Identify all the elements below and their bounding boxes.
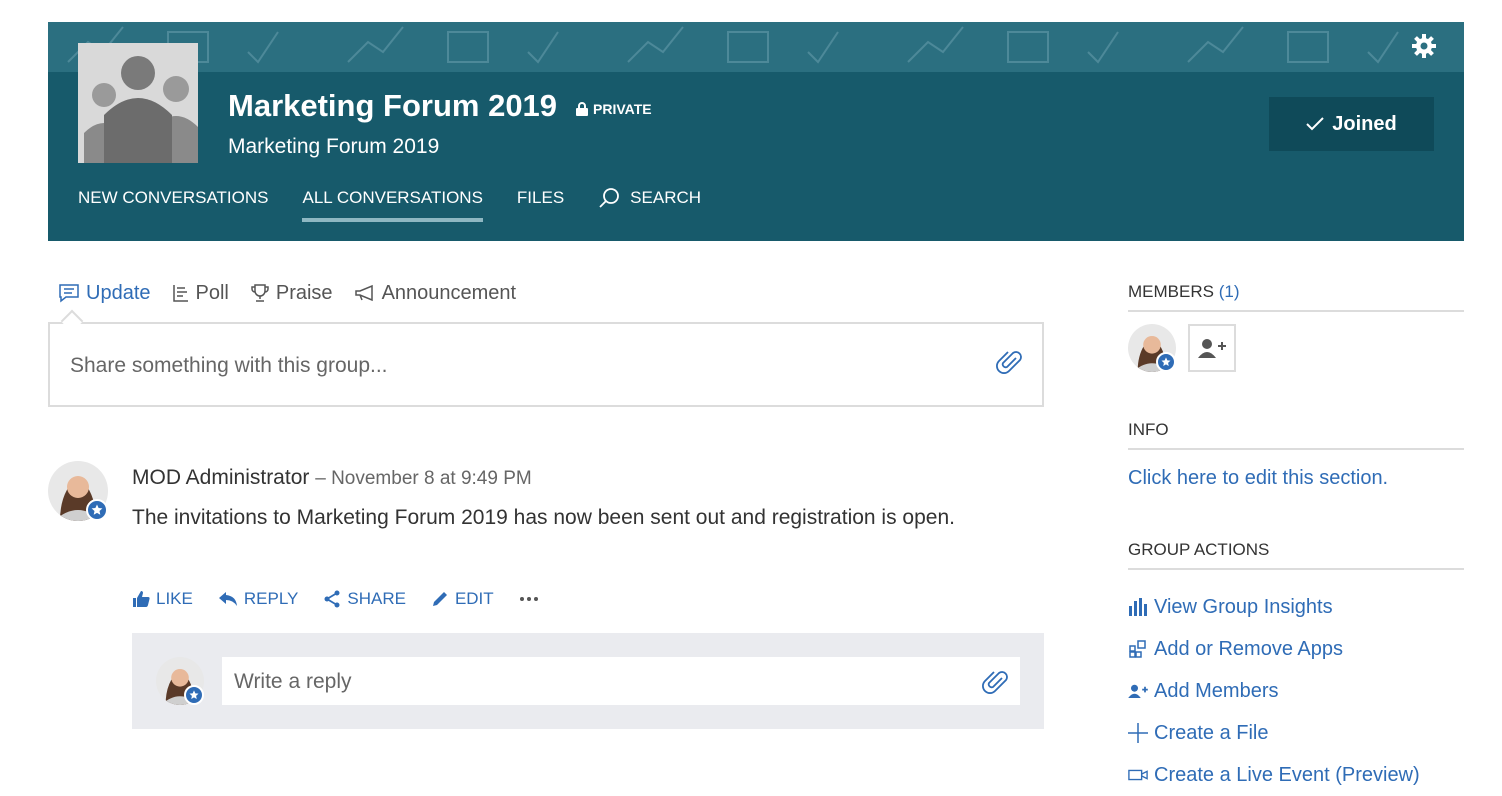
tab-all-conversations[interactable]: ALL CONVERSATIONS xyxy=(302,188,484,222)
tab-files[interactable]: FILES xyxy=(517,188,564,208)
group-nav: NEW CONVERSATIONS ALL CONVERSATIONS FILE… xyxy=(78,186,735,222)
ellipsis-icon xyxy=(519,597,538,601)
tab-update[interactable]: Update xyxy=(58,282,151,305)
tab-label: NEW CONVERSATIONS xyxy=(78,188,269,207)
post-body: The invitations to Marketing Forum 2019 … xyxy=(132,506,955,529)
search-icon xyxy=(599,188,620,208)
share-button[interactable]: SHARE xyxy=(323,589,406,609)
tab-label: SEARCH xyxy=(630,188,702,207)
joined-button[interactable]: Joined xyxy=(1269,97,1434,151)
header-pattern xyxy=(48,22,1464,72)
trophy-icon xyxy=(251,284,269,302)
like-button[interactable]: LIKE xyxy=(132,589,193,609)
checkmark-icon xyxy=(1306,117,1324,131)
create-file-link[interactable]: Create a File xyxy=(1128,712,1420,754)
action-label: Create a File xyxy=(1154,721,1269,744)
paperclip-icon[interactable] xyxy=(982,668,1008,701)
group-subtitle: Marketing Forum 2019 xyxy=(228,135,440,158)
info-heading: INFO xyxy=(1128,420,1464,450)
action-label: Create a Live Event (Preview) xyxy=(1154,763,1420,786)
gear-icon[interactable] xyxy=(1412,34,1436,58)
tab-praise[interactable]: Praise xyxy=(250,282,333,305)
composer-tabs: Update Poll Praise Announcement xyxy=(58,280,537,306)
avatar xyxy=(156,657,204,705)
author-name[interactable]: MOD Administrator xyxy=(132,466,309,489)
joined-label: Joined xyxy=(1332,112,1397,135)
add-remove-apps-link[interactable]: Add or Remove Apps xyxy=(1128,628,1420,670)
group-actions-heading: GROUP ACTIONS xyxy=(1128,540,1464,570)
privacy-text: PRIVATE xyxy=(593,101,652,117)
group-avatar xyxy=(78,43,198,163)
paperclip-icon[interactable] xyxy=(996,348,1022,381)
group-header: Marketing Forum 2019 PRIVATE Marketing F… xyxy=(48,22,1464,241)
star-icon xyxy=(1156,352,1176,372)
members-count[interactable]: (1) xyxy=(1219,282,1240,301)
composer-placeholder: Share something with this group... xyxy=(70,354,388,377)
privacy-label: PRIVATE xyxy=(576,101,652,117)
reply-button[interactable]: REPLY xyxy=(218,589,299,609)
tab-new-conversations[interactable]: NEW CONVERSATIONS xyxy=(78,188,268,208)
tab-label: ALL CONVERSATIONS xyxy=(302,188,483,207)
message-icon xyxy=(59,284,79,303)
members-heading-label: MEMBERS xyxy=(1128,282,1214,301)
share-label: SHARE xyxy=(347,589,406,608)
apps-icon xyxy=(1128,640,1148,658)
add-person-icon xyxy=(1198,339,1226,358)
right-rail: MEMBERS (1) INFO Click here to edit this… xyxy=(1128,280,1464,786)
add-members-link[interactable]: Add Members xyxy=(1128,670,1420,712)
avatar[interactable] xyxy=(48,461,108,521)
tab-announcement[interactable]: Announcement xyxy=(354,281,517,305)
view-group-insights-link[interactable]: View Group Insights xyxy=(1128,586,1420,628)
star-icon xyxy=(86,499,108,521)
tab-search[interactable]: SEARCH xyxy=(598,187,701,209)
group-title: Marketing Forum 2019 xyxy=(228,88,558,123)
add-member-button[interactable] xyxy=(1188,324,1236,372)
more-options-button[interactable] xyxy=(519,596,539,602)
poll-icon xyxy=(172,285,188,302)
action-label: Add or Remove Apps xyxy=(1154,637,1343,660)
star-icon xyxy=(184,685,204,705)
plus-icon xyxy=(1128,723,1148,743)
tab-label: Poll xyxy=(195,281,229,304)
composer-input[interactable]: Share something with this group... xyxy=(48,322,1044,407)
group-actions-list: View Group Insights Add or Remove Apps A… xyxy=(1128,586,1420,796)
reply-label: REPLY xyxy=(243,589,299,608)
video-icon xyxy=(1128,768,1148,782)
reply-icon xyxy=(218,592,237,606)
add-person-icon xyxy=(1128,684,1148,698)
action-label: Add Members xyxy=(1154,679,1279,702)
action-label: View Group Insights xyxy=(1154,595,1333,618)
info-edit-link[interactable]: Click here to edit this section. xyxy=(1128,467,1388,490)
reply-input[interactable]: Write a reply xyxy=(222,657,1020,705)
edit-label: EDIT xyxy=(454,589,494,608)
edit-button[interactable]: EDIT xyxy=(431,589,494,609)
megaphone-icon xyxy=(354,284,373,302)
tab-label: Praise xyxy=(275,281,333,304)
create-live-event-link[interactable]: Create a Live Event (Preview) xyxy=(1128,754,1420,796)
thumbs-up-icon xyxy=(133,591,150,607)
avatar[interactable] xyxy=(1128,324,1176,372)
pencil-icon xyxy=(432,592,447,606)
post-header: MOD Administrator – November 8 at 9:49 P… xyxy=(132,466,532,490)
tab-label: FILES xyxy=(516,188,565,207)
post-timestamp[interactable]: – November 8 at 9:49 PM xyxy=(315,468,532,489)
like-label: LIKE xyxy=(156,589,193,608)
tab-label: Announcement xyxy=(381,281,517,304)
members-heading: MEMBERS (1) xyxy=(1128,282,1464,312)
lock-icon xyxy=(576,102,588,116)
tab-label: Update xyxy=(86,281,151,304)
share-icon xyxy=(324,590,340,608)
bar-chart-icon xyxy=(1128,598,1148,616)
reply-area: Write a reply xyxy=(132,633,1044,729)
reply-placeholder: Write a reply xyxy=(234,670,352,693)
tab-poll[interactable]: Poll xyxy=(172,282,229,305)
post-actions: LIKE REPLY SHARE EDIT xyxy=(132,589,564,609)
